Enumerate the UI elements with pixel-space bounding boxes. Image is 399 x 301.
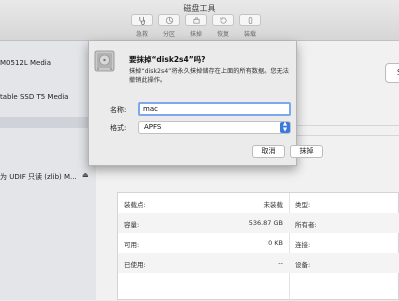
- eject-icon[interactable]: ⏏: [82, 171, 89, 179]
- erase-button[interactable]: [185, 14, 207, 26]
- row-label: 可用:: [124, 241, 140, 249]
- chevron-up-down-icon: ▲ ▼: [280, 121, 290, 133]
- first-aid-button[interactable]: [131, 14, 153, 26]
- row-value: 0 KB: [268, 239, 283, 247]
- cancel-button[interactable]: 取消: [252, 145, 285, 158]
- dialog-title: 要抹掉“disk2s4”吗?: [129, 55, 206, 64]
- format-value: APFS: [144, 123, 162, 131]
- row-value: 未装载: [263, 201, 284, 209]
- table-row: 容量: 536.87 GB 所有者:: [118, 213, 399, 233]
- app-title: 磁盘工具: [183, 4, 216, 13]
- row-value: 536.87 GB: [248, 219, 283, 227]
- erase-dialog: 要抹掉“disk2s4”吗? 抹掉“disk2s4”将永久抹掉储存在上面的所有数…: [88, 41, 323, 166]
- erase-confirm-button[interactable]: 抹掉: [290, 145, 323, 158]
- right-edge-button[interactable]: S: [385, 63, 399, 83]
- erase-icon: [192, 16, 200, 24]
- format-select[interactable]: APFS ▲ ▼: [138, 121, 291, 134]
- pie-icon: [165, 16, 173, 24]
- format-label: 格式:: [110, 124, 127, 132]
- name-label: 名称:: [110, 106, 127, 114]
- dialog-description: 抹掉“disk2s4”将永久抹掉储存在上面的所有数据。您无法撤销此操作。: [129, 68, 289, 84]
- row-label: 装载点:: [124, 201, 146, 209]
- toolbar: 磁盘工具 急救 分区 抹掉 恢复 装载: [0, 0, 399, 41]
- sidebar-item-m0512l[interactable]: M0512L Media: [0, 59, 96, 67]
- row-value: --: [278, 259, 283, 267]
- table-row: 可用: 0 KB 连接:: [118, 233, 399, 253]
- row-right-label: 所有者:: [295, 221, 317, 229]
- partition-button[interactable]: [158, 14, 180, 26]
- mount-label: 装载: [243, 31, 256, 38]
- restore-button[interactable]: [212, 14, 234, 26]
- sidebar-selection-highlight: [0, 117, 96, 128]
- row-right-label: 设备:: [295, 261, 311, 269]
- table-row: 已使用: -- 设备:: [118, 253, 399, 273]
- stethoscope-icon: [138, 16, 145, 25]
- name-input[interactable]: mac: [138, 102, 291, 116]
- row-right-label: 类型:: [295, 201, 311, 209]
- row-right-label: 连接:: [295, 241, 311, 249]
- restore-icon: [219, 16, 227, 24]
- mount-icon: [248, 16, 252, 24]
- row-label: 已使用:: [124, 261, 146, 269]
- hard-disk-icon: [94, 50, 115, 72]
- row-label: 容量:: [124, 221, 140, 229]
- mount-button[interactable]: [239, 14, 261, 26]
- sidebar-item-ssd-t5[interactable]: table SSD T5 Media: [0, 93, 96, 101]
- info-table: 装载点: 未装载 类型: 容量: 536.87 GB 所有者: 可用: 0 KB…: [117, 192, 399, 301]
- table-row: 装载点: 未装载 类型:: [118, 193, 399, 213]
